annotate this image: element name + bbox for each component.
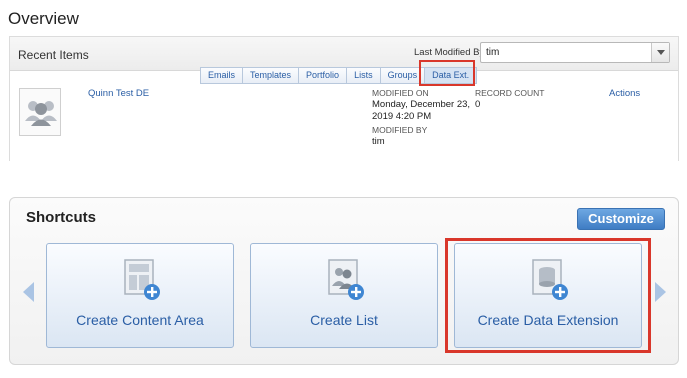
page-title: Overview	[8, 9, 79, 28]
last-modified-by-value: tim	[486, 47, 500, 58]
last-modified-by-select[interactable]: tim	[480, 42, 670, 63]
modified-by-value: tim	[372, 136, 385, 147]
customize-button[interactable]: Customize	[577, 208, 665, 230]
tab-groups[interactable]: Groups	[379, 67, 425, 84]
carousel-prev-icon[interactable]	[23, 282, 34, 302]
carousel-next-icon[interactable]	[655, 282, 666, 302]
recent-items-header: Recent Items Last Modified By tim	[10, 37, 678, 71]
create-list-label: Create List	[310, 312, 378, 328]
list-icon	[328, 259, 364, 300]
modified-on-label: MODIFIED ON	[372, 88, 429, 98]
create-content-area-label: Create Content Area	[76, 312, 204, 328]
modified-on-line2: 2019 4:20 PM	[372, 111, 432, 122]
shortcuts-panel: Shortcuts Customize Create Content Area …	[9, 197, 679, 365]
create-content-area-card[interactable]: Create Content Area	[46, 243, 234, 348]
tab-emails[interactable]: Emails	[200, 67, 243, 84]
modified-by-label: MODIFIED BY	[372, 125, 428, 135]
create-list-card[interactable]: Create List	[250, 243, 438, 348]
item-thumbnail	[19, 88, 61, 136]
shortcuts-title: Shortcuts	[26, 209, 97, 226]
record-count-label: RECORD COUNT	[475, 88, 545, 98]
content-area-icon	[124, 259, 160, 300]
create-data-extension-card[interactable]: Create Data Extension	[454, 243, 642, 348]
item-name-link[interactable]: Quinn Test DE	[88, 88, 149, 99]
recent-items-tabs: Emails Templates Portfolio Lists Groups …	[200, 67, 478, 84]
dropdown-arrow-icon[interactable]	[651, 43, 669, 62]
tab-lists[interactable]: Lists	[346, 67, 380, 84]
tab-portfolio[interactable]: Portfolio	[298, 67, 347, 84]
last-modified-by-label: Last Modified By	[414, 47, 485, 58]
modified-on-line1: Monday, December 23,	[372, 99, 471, 110]
tab-data-extensions[interactable]: Data Ext.	[424, 67, 478, 84]
tab-templates[interactable]: Templates	[242, 67, 299, 84]
recent-items-title: Recent Items	[18, 48, 89, 62]
actions-link[interactable]: Actions	[609, 88, 640, 99]
group-people-icon	[25, 101, 57, 126]
record-count-value: 0	[475, 99, 481, 110]
create-data-extension-label: Create Data Extension	[477, 312, 619, 328]
data-extension-icon	[532, 259, 568, 300]
